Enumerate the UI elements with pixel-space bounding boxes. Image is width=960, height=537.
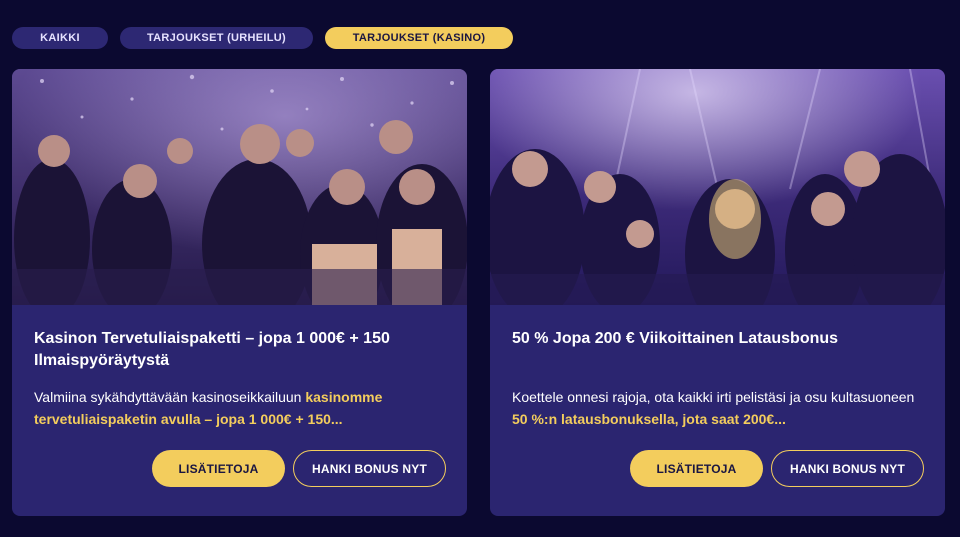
promo-description: Koettele onnesi rajoja, ota kaikki irti …	[512, 386, 925, 430]
promo-filter-bar: KAIKKI TARJOUKSET (URHEILU) TARJOUKSET (…	[12, 27, 513, 49]
filter-sports-offers[interactable]: TARJOUKSET (URHEILU)	[120, 27, 313, 49]
promo-description-highlight: 50 %:n latausbonuksella, jota saat 200€.…	[512, 411, 786, 427]
promo-image-party	[12, 69, 467, 305]
promo-description-text: Valmiina sykähdyttävään kasinoseikkailuu…	[34, 389, 306, 405]
promo-card-welcome-package: Kasinon Tervetuliaispaketti – jopa 1 000…	[12, 69, 467, 516]
promo-actions: LISÄTIETOJA HANKI BONUS NYT	[630, 450, 924, 487]
promo-image-nightclub	[490, 69, 945, 305]
more-info-button[interactable]: LISÄTIETOJA	[630, 450, 763, 487]
promo-title: Kasinon Tervetuliaispaketti – jopa 1 000…	[34, 330, 390, 369]
promo-image-party-art	[12, 69, 467, 305]
promo-title: 50 % Jopa 200 € Viikoittainen Latausbonu…	[512, 330, 839, 347]
filter-all[interactable]: KAIKKI	[12, 27, 108, 49]
promo-actions: LISÄTIETOJA HANKI BONUS NYT	[152, 450, 446, 487]
get-bonus-button[interactable]: HANKI BONUS NYT	[293, 450, 446, 487]
promo-image-nightclub-art	[490, 69, 945, 305]
promo-description-text: Koettele onnesi rajoja, ota kaikki irti …	[512, 389, 915, 405]
promo-description: Valmiina sykähdyttävään kasinoseikkailuu…	[34, 386, 447, 430]
filter-casino-offers[interactable]: TARJOUKSET (KASINO)	[325, 27, 513, 49]
promo-card-weekly-reload: 50 % Jopa 200 € Viikoittainen Latausbonu…	[490, 69, 945, 516]
get-bonus-button[interactable]: HANKI BONUS NYT	[771, 450, 924, 487]
more-info-button[interactable]: LISÄTIETOJA	[152, 450, 285, 487]
